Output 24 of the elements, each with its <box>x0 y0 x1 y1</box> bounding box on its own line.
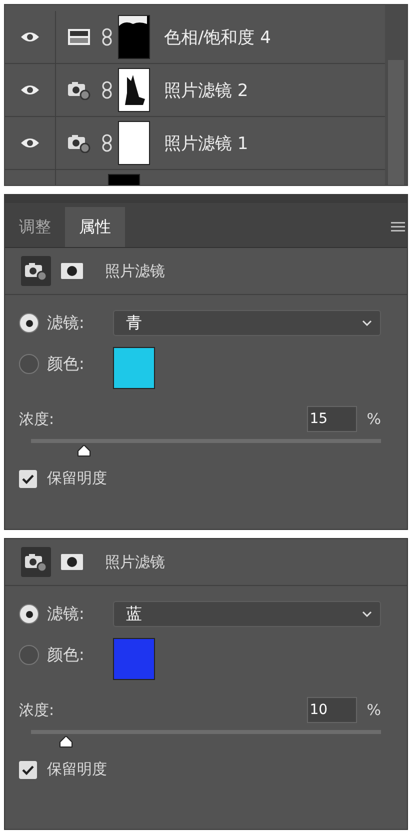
panel-title: 照片滤镜 <box>105 552 165 572</box>
layer-name: 照片滤镜 1 <box>164 132 248 154</box>
panel-tab[interactable]: 属性 <box>65 207 125 247</box>
layer-name: 照片滤镜 2 <box>164 80 248 102</box>
preserve-luminosity-label: 保留明度 <box>47 760 107 779</box>
filter-dropdown[interactable]: 青 <box>113 310 381 336</box>
percent-unit: % <box>366 410 381 428</box>
layer-row[interactable]: 色相/饱和度 4 <box>5 11 385 64</box>
panel-tab[interactable]: 调整 <box>5 207 65 247</box>
filter-label: 滤镜: <box>47 604 86 624</box>
density-field[interactable]: 10 <box>306 697 357 723</box>
layer-name: 色相/饱和度 4 <box>164 26 271 48</box>
density-label: 浓度: <box>19 700 56 720</box>
panel-title: 照片滤镜 <box>105 262 165 280</box>
layer-row[interactable]: 照片滤镜 1 <box>5 117 385 170</box>
color-label: 颜色: <box>47 354 86 374</box>
density-label: 浓度: <box>19 410 56 428</box>
color-label: 颜色: <box>47 644 86 666</box>
filter-dropdown[interactable]: 蓝 <box>113 601 381 627</box>
density-field[interactable]: 15 <box>306 406 357 432</box>
percent-unit: % <box>366 701 381 719</box>
layer-row[interactable]: 照片滤镜 2 <box>5 64 385 117</box>
preserve-luminosity-label: 保留明度 <box>47 469 107 488</box>
filter-label: 滤镜: <box>47 312 86 334</box>
